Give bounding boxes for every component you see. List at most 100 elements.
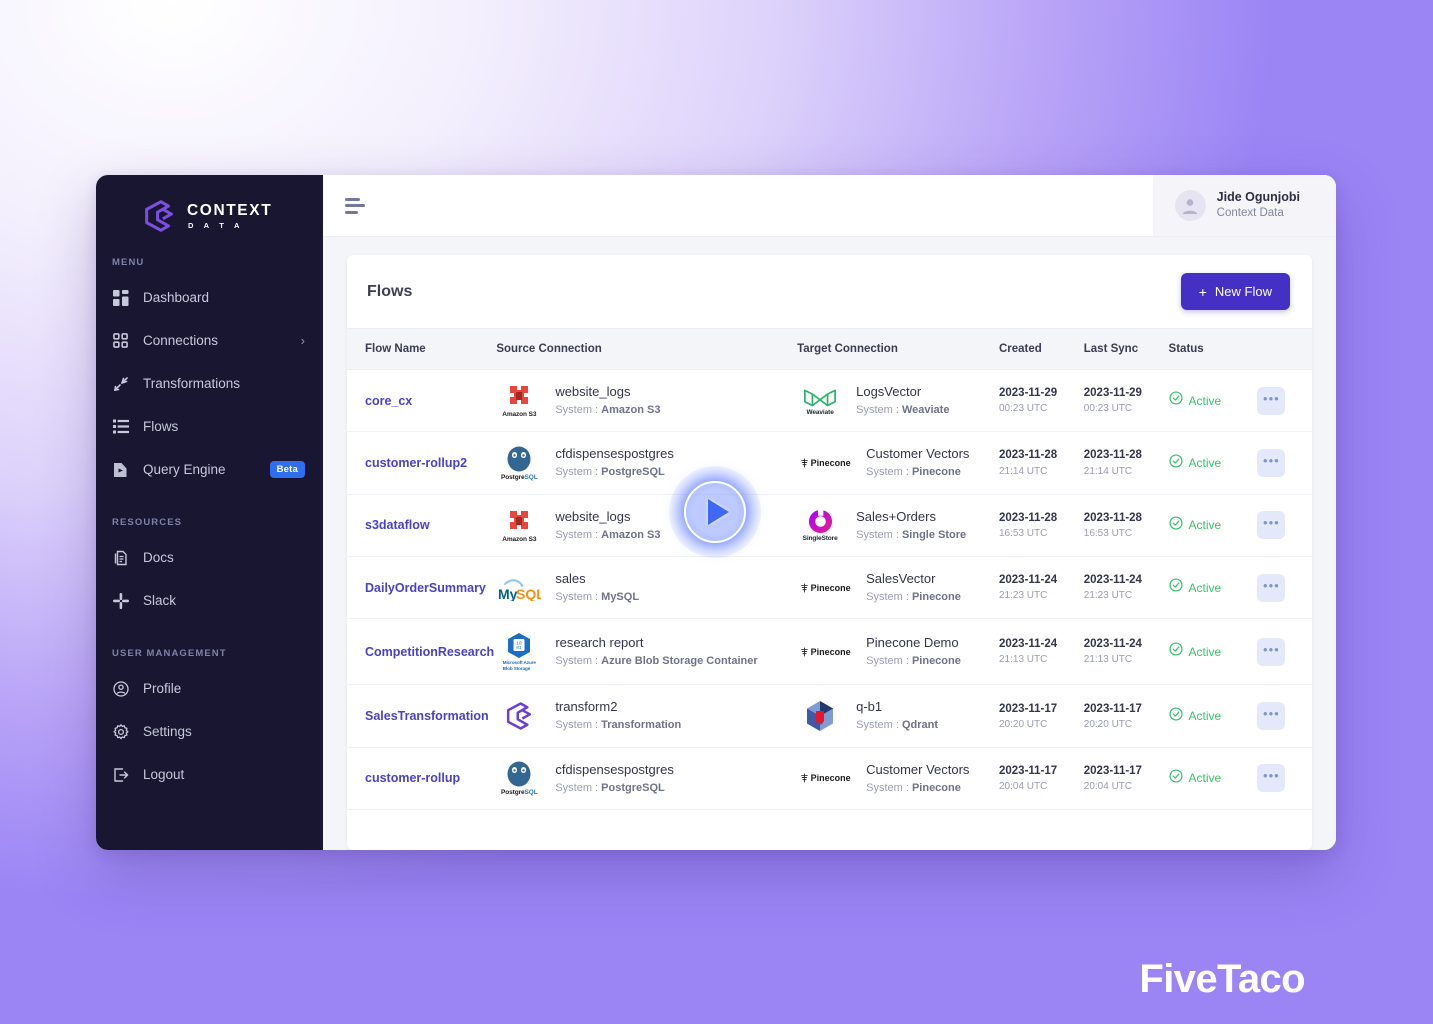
hamburger-icon[interactable] <box>345 197 365 214</box>
hamburger-line <box>345 197 360 201</box>
nav-section-label-menu: MENU <box>112 257 145 268</box>
last-sync-date: 2023-11-28 <box>1083 511 1142 524</box>
sidebar-item-dashboard[interactable]: Dashboard <box>96 276 323 319</box>
sidebar-item-profile[interactable]: Profile <box>96 667 323 710</box>
mysql-logo-glyph: MySQL <box>498 578 541 601</box>
column-header-flow-name[interactable]: Flow Name <box>347 328 489 370</box>
target-logo: Pinecone <box>797 458 853 468</box>
flow-name-link[interactable]: s3dataflow <box>365 518 430 532</box>
target-title: Customer Vectors <box>866 446 970 462</box>
source-title: cfdispensespostgres <box>555 761 674 777</box>
user-menu[interactable]: Jide Ogunjobi Context Data <box>1152 175 1336 236</box>
logo-caption: PostgreSQL <box>501 788 538 796</box>
hamburger-line <box>345 210 358 214</box>
cell-source-connection: Amazon S3 website_logs System : Amazon S3 <box>488 494 790 558</box>
source-title: transform2 <box>555 699 618 715</box>
table-row[interactable]: DailyOrderSummary My SQL sales System : MySQ… <box>347 556 1312 620</box>
status-badge: Active <box>1188 709 1222 724</box>
last-sync-time: 00:23 UTC <box>1083 403 1133 415</box>
target-title: LogsVector <box>856 384 922 399</box>
status-badge: Active <box>1188 456 1222 471</box>
sidebar-label-logout: Logout <box>143 767 185 782</box>
cell-flow-name: DailyOrderSummary <box>347 556 489 620</box>
sidebar-item-query-engine[interactable]: Query Engine Beta <box>96 448 323 491</box>
target-system: System : Pinecone <box>866 466 961 479</box>
column-header-target-connection[interactable]: Target Connection <box>789 328 991 370</box>
cell-actions: ••• <box>1249 618 1312 686</box>
source-title: website_logs <box>555 508 631 524</box>
row-actions-button[interactable]: ••• <box>1257 637 1286 666</box>
table-row[interactable]: s3dataflow Amazon S3 website_logs System : … <box>347 494 1312 558</box>
sidebar-item-flows[interactable]: Flows <box>96 405 323 448</box>
source-system: System : MySQL <box>555 590 640 603</box>
pinecone-logo-glyph: Pinecone <box>800 583 851 593</box>
cell-target-connection: SingleStore Sales+Orders System : Single S… <box>789 494 991 558</box>
flow-name-link[interactable]: customer-rollup <box>365 771 460 785</box>
sidebar-item-logout[interactable]: Logout <box>96 753 323 796</box>
sidebar-item-settings[interactable]: Settings <box>96 710 323 753</box>
status-badge: Active <box>1188 393 1222 408</box>
cell-status: Active <box>1160 556 1250 620</box>
logout-icon <box>112 766 129 783</box>
source-logo: 10 01 Microsoft Azure Blob Storage <box>496 632 542 671</box>
flow-name-link[interactable]: customer-rollup2 <box>365 456 467 470</box>
beta-badge: Beta <box>269 461 305 478</box>
flow-name-link[interactable]: SalesTransformation <box>365 709 489 723</box>
check-circle-icon <box>1168 453 1183 473</box>
target-system: System : Single Store <box>856 528 967 541</box>
table-row[interactable]: core_cx Amazon S3 website_logs System : Ama… <box>347 369 1312 433</box>
sidebar-label-slack: Slack <box>143 593 177 608</box>
sidebar-item-docs[interactable]: Docs <box>96 536 323 579</box>
sidebar-item-slack[interactable]: Slack <box>96 579 323 622</box>
row-actions-button[interactable]: ••• <box>1257 449 1286 478</box>
table-row[interactable]: CompetitionResearch 10 01 Microsoft Azure Bl… <box>347 618 1312 686</box>
target-logo: Pinecone <box>797 773 853 783</box>
created-date: 2023-11-29 <box>998 387 1058 400</box>
table-header: Flow Name Source Connection Target Conne… <box>347 328 1312 370</box>
cell-status: Active <box>1160 747 1250 811</box>
cell-actions: ••• <box>1249 747 1312 811</box>
sidebar-label-transformations: Transformations <box>143 376 241 391</box>
table-row[interactable]: SalesTransformation transform2 System : Tr… <box>347 684 1312 748</box>
logo-caption: Amazon S3 <box>502 411 537 419</box>
status-badge: Active <box>1188 518 1222 533</box>
last-sync-date: 2023-11-17 <box>1083 764 1142 777</box>
table-row[interactable]: customer-rollup2 PostgreSQL cfdispensespos… <box>347 431 1312 495</box>
cell-source-connection: transform2 System : Transformation <box>488 684 790 748</box>
flow-name-link[interactable]: core_cx <box>365 394 412 408</box>
column-header-last-sync[interactable]: Last Sync <box>1075 328 1161 370</box>
sidebar-item-transformations[interactable]: Transformations <box>96 362 323 405</box>
brand-logo[interactable]: CONTEXT D A T A <box>96 175 323 257</box>
brand-title: CONTEXT <box>187 201 273 219</box>
column-header-created[interactable]: Created <box>990 328 1076 370</box>
source-title: sales <box>555 571 586 587</box>
sidebar-label-docs: Docs <box>143 550 174 565</box>
postgresql-logo-glyph <box>507 761 531 787</box>
page-title: Flows <box>367 282 413 300</box>
row-actions-button[interactable]: ••• <box>1257 702 1286 731</box>
sidebar-item-connections[interactable]: Connections › <box>96 319 323 362</box>
cell-actions: ••• <box>1249 369 1312 433</box>
row-actions-button[interactable]: ••• <box>1257 573 1286 602</box>
status-badge: Active <box>1188 771 1222 786</box>
nav-section-menu: MENU Dashboard Connections › Transformat… <box>96 257 323 491</box>
user-name: Jide Ogunjobi <box>1216 190 1300 205</box>
row-actions-button[interactable]: ••• <box>1257 511 1286 540</box>
pinecone-logo-glyph: Pinecone <box>800 773 851 783</box>
cell-target-connection: Pinecone Customer Vectors System : Pinecon… <box>789 747 991 811</box>
new-flow-button[interactable]: + New Flow <box>1180 273 1290 310</box>
row-actions-button[interactable]: ••• <box>1257 764 1286 793</box>
chevron-right-icon[interactable]: › <box>301 334 305 347</box>
flow-name-link[interactable]: CompetitionResearch <box>365 645 494 659</box>
column-header-status[interactable]: Status <box>1160 328 1250 370</box>
table-row[interactable]: customer-rollup PostgreSQL cfdispensespost… <box>347 747 1312 811</box>
cell-status: Active <box>1160 431 1250 495</box>
check-circle-icon <box>1168 578 1183 597</box>
check-circle-icon <box>1168 769 1183 788</box>
flow-name-link[interactable]: DailyOrderSummary <box>365 581 486 595</box>
check-circle-icon <box>1168 706 1183 726</box>
main-area: Jide Ogunjobi Context Data Flows + New F… <box>323 175 1336 850</box>
row-actions-button[interactable]: ••• <box>1257 386 1286 415</box>
check-circle-icon <box>1168 391 1183 410</box>
column-header-source-connection[interactable]: Source Connection <box>488 328 790 370</box>
